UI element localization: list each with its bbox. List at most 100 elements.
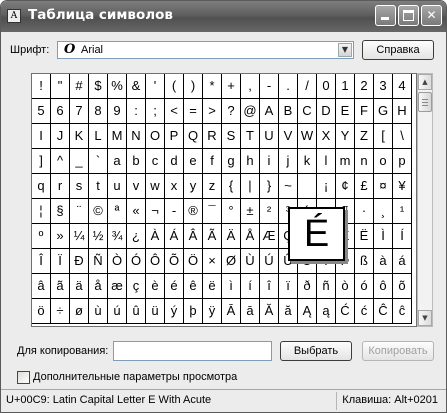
char-cell[interactable]: ā	[241, 299, 260, 324]
char-cell[interactable]: f	[203, 149, 222, 174]
char-cell[interactable]: U	[260, 124, 279, 149]
char-cell[interactable]: i	[260, 149, 279, 174]
char-cell[interactable]: ì	[222, 274, 241, 299]
char-cell[interactable]: Æ	[260, 224, 279, 249]
char-cell[interactable]: ²	[260, 199, 279, 224]
char-cell[interactable]: â	[32, 274, 51, 299]
char-cell[interactable]: þ	[184, 299, 203, 324]
char-cell[interactable]: w	[146, 174, 165, 199]
char-cell[interactable]: ¡	[317, 174, 336, 199]
char-cell[interactable]: J	[51, 124, 70, 149]
char-cell[interactable]: ¯	[203, 199, 222, 224]
char-cell[interactable]: ê	[184, 274, 203, 299]
char-cell[interactable]: `	[89, 149, 108, 174]
char-cell[interactable]: Ò	[108, 249, 127, 274]
char-cell[interactable]: Å	[241, 224, 260, 249]
char-cell[interactable]: m	[336, 149, 355, 174]
char-cell[interactable]: Ñ	[89, 249, 108, 274]
chevron-down-icon[interactable]: ▼	[338, 43, 352, 57]
char-cell[interactable]: Ë	[355, 224, 374, 249]
char-cell[interactable]: [	[374, 124, 393, 149]
char-cell[interactable]: G	[374, 99, 393, 124]
copy-button[interactable]: Копировать	[362, 341, 434, 361]
grid-scrollbar[interactable]: ▲ ▼	[417, 73, 433, 327]
advanced-view-label[interactable]: Дополнительные параметры просмотра	[33, 371, 237, 383]
char-cell[interactable]: ø	[70, 299, 89, 324]
char-cell[interactable]: !	[32, 74, 51, 99]
char-cell[interactable]: ®	[184, 199, 203, 224]
char-cell[interactable]: ]	[32, 149, 51, 174]
char-cell[interactable]: ú	[108, 299, 127, 324]
char-cell[interactable]: $	[89, 74, 108, 99]
char-cell[interactable]: º	[32, 224, 51, 249]
copy-input[interactable]	[113, 341, 272, 361]
char-cell[interactable]: ð	[298, 274, 317, 299]
char-cell[interactable]: ª	[108, 199, 127, 224]
scrollbar-thumb[interactable]	[418, 92, 432, 112]
char-cell[interactable]: .	[279, 74, 298, 99]
char-cell[interactable]: »	[51, 224, 70, 249]
char-cell[interactable]: s	[70, 174, 89, 199]
char-cell[interactable]: ¦	[32, 199, 51, 224]
char-cell[interactable]: X	[317, 124, 336, 149]
char-cell[interactable]: 3	[374, 74, 393, 99]
char-cell[interactable]: *	[203, 74, 222, 99]
char-cell[interactable]: ¹	[393, 199, 412, 224]
char-cell[interactable]: î	[260, 274, 279, 299]
char-cell[interactable]: ă	[279, 299, 298, 324]
char-cell[interactable]: ç	[127, 274, 146, 299]
char-cell[interactable]: {	[222, 174, 241, 199]
char-cell[interactable]: ĉ	[393, 299, 412, 324]
char-cell[interactable]: ë	[203, 274, 222, 299]
char-cell[interactable]: Ā	[222, 299, 241, 324]
char-cell[interactable]: r	[51, 174, 70, 199]
char-cell[interactable]: E	[336, 99, 355, 124]
char-cell[interactable]: I	[32, 124, 51, 149]
char-cell[interactable]: é	[165, 274, 184, 299]
char-cell[interactable]: ¥	[393, 174, 412, 199]
char-cell[interactable]: û	[127, 299, 146, 324]
char-cell[interactable]: 5	[32, 99, 51, 124]
char-cell[interactable]: +	[222, 74, 241, 99]
char-cell[interactable]: Z	[355, 124, 374, 149]
char-cell[interactable]: c	[146, 149, 165, 174]
char-cell[interactable]: Ã	[203, 224, 222, 249]
char-cell[interactable]: Í	[393, 224, 412, 249]
char-cell[interactable]: ö	[32, 299, 51, 324]
char-cell[interactable]: e	[184, 149, 203, 174]
char-cell[interactable]: k	[298, 149, 317, 174]
char-cell[interactable]: M	[108, 124, 127, 149]
char-cell[interactable]: ą	[317, 299, 336, 324]
char-cell[interactable]: @	[241, 99, 260, 124]
char-cell[interactable]: ï	[279, 274, 298, 299]
char-cell[interactable]: 4	[393, 74, 412, 99]
char-cell[interactable]: D	[317, 99, 336, 124]
char-cell[interactable]: ¼	[70, 224, 89, 249]
char-cell[interactable]: K	[70, 124, 89, 149]
char-cell[interactable]: Ć	[336, 299, 355, 324]
char-cell[interactable]: ÿ	[203, 299, 222, 324]
char-cell[interactable]: 1	[336, 74, 355, 99]
char-cell[interactable]: 0	[317, 74, 336, 99]
char-cell[interactable]: ć	[355, 299, 374, 324]
char-cell[interactable]: }	[260, 174, 279, 199]
char-cell[interactable]: À	[146, 224, 165, 249]
char-cell[interactable]: '	[146, 74, 165, 99]
char-cell[interactable]: Ĉ	[374, 299, 393, 324]
char-cell[interactable]: B	[279, 99, 298, 124]
char-cell[interactable]: q	[32, 174, 51, 199]
char-cell[interactable]: 8	[89, 99, 108, 124]
char-cell[interactable]: _	[70, 149, 89, 174]
char-cell[interactable]: p	[393, 149, 412, 174]
char-cell[interactable]: A	[260, 99, 279, 124]
char-cell[interactable]: ;	[146, 99, 165, 124]
char-cell[interactable]: #	[70, 74, 89, 99]
char-cell[interactable]: Â	[184, 224, 203, 249]
char-cell[interactable]: o	[374, 149, 393, 174]
char-cell[interactable]: ×	[203, 249, 222, 274]
title-bar[interactable]: A Таблица символов ✕	[1, 1, 446, 32]
char-cell[interactable]: ÷	[51, 299, 70, 324]
char-cell[interactable]: u	[108, 174, 127, 199]
char-cell[interactable]: Q	[184, 124, 203, 149]
char-cell[interactable]: O	[146, 124, 165, 149]
